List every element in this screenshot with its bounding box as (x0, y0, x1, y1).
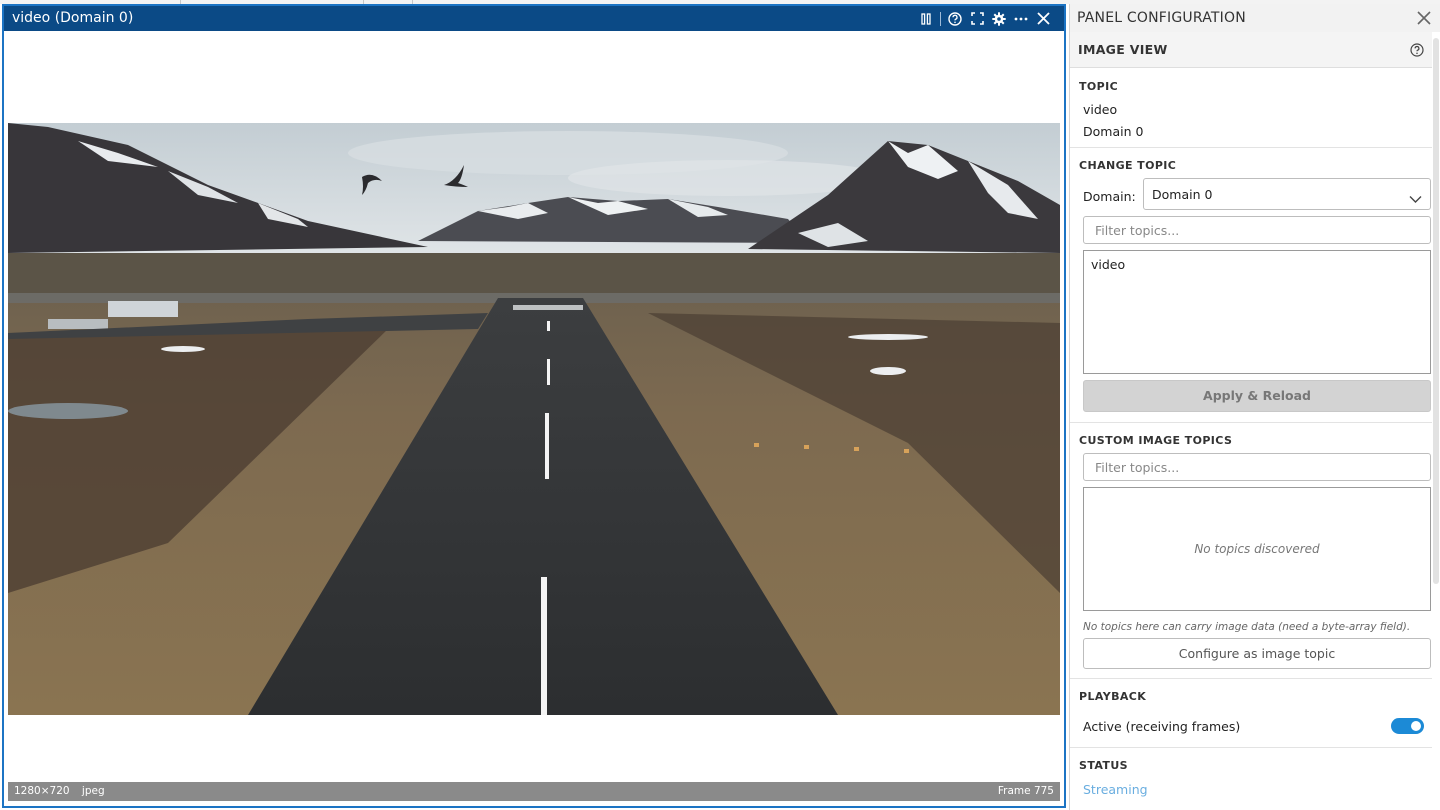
resolution-text: 1280×720 (14, 785, 70, 797)
video-status-bar: 1280×720 jpeg Frame 775 (8, 782, 1060, 801)
domain-label: Domain: (1083, 189, 1136, 204)
apply-reload-button[interactable]: Apply & Reload (1083, 380, 1431, 412)
config-panel-title: PANEL CONFIGURATION (1077, 10, 1246, 26)
change-topic-filter-input[interactable] (1083, 216, 1431, 244)
custom-image-topics-label: CUSTOM IMAGE TOPICS (1079, 434, 1233, 447)
frame-counter: Frame 775 (997, 785, 1054, 797)
status-label: STATUS (1079, 759, 1128, 772)
divider (1070, 422, 1432, 423)
image-view-section-header: IMAGE VIEW (1070, 32, 1432, 68)
section-title: IMAGE VIEW (1078, 42, 1168, 57)
change-topic-label: CHANGE TOPIC (1079, 159, 1177, 172)
video-frame-image (8, 123, 1060, 715)
playback-label: PLAYBACK (1079, 690, 1147, 703)
divider (1070, 678, 1432, 679)
playback-active-label: Active (receiving frames) (1083, 719, 1241, 734)
topic-domain: Domain 0 (1083, 124, 1144, 139)
video-panel-header: video (Domain 0) (4, 6, 1064, 31)
empty-list-message: No topics discovered (1194, 542, 1320, 556)
topic-list[interactable]: video (1083, 250, 1431, 374)
config-panel-header: PANEL CONFIGURATION (1070, 4, 1440, 32)
settings-icon[interactable] (988, 6, 1010, 31)
chevron-down-icon (1409, 189, 1422, 208)
divider (1070, 747, 1432, 748)
topic-list-item[interactable]: video (1091, 257, 1125, 272)
custom-topic-filter-input[interactable] (1083, 453, 1431, 481)
format-text: jpeg (81, 785, 105, 797)
custom-topics-hint: No topics here can carry image data (nee… (1083, 621, 1411, 633)
playback-active-toggle[interactable] (1391, 718, 1424, 734)
toggle-knob (1411, 721, 1421, 731)
panel-configuration: PANEL CONFIGURATION IMAGE VIEW TOPIC vid… (1069, 4, 1440, 810)
topic-name: video (1083, 102, 1118, 117)
custom-topic-list[interactable]: No topics discovered (1083, 487, 1431, 611)
more-icon[interactable] (1010, 6, 1032, 31)
help-icon[interactable] (944, 6, 966, 31)
close-icon[interactable] (1032, 6, 1054, 31)
status-value: Streaming (1083, 782, 1148, 797)
toolbar-separator (940, 11, 941, 26)
close-icon[interactable] (1415, 9, 1433, 27)
configure-image-topic-button[interactable]: Configure as image topic (1083, 638, 1431, 669)
scrollbar[interactable] (1433, 38, 1439, 584)
divider (1070, 147, 1432, 148)
video-panel-title: video (Domain 0) (12, 10, 134, 26)
domain-select[interactable]: Domain 0 (1143, 178, 1431, 210)
config-scroll-area[interactable]: IMAGE VIEW TOPIC video Domain 0 CHANGE T… (1070, 32, 1440, 810)
help-icon[interactable] (1410, 42, 1424, 61)
video-panel-toolbar (915, 6, 1054, 31)
topic-label: TOPIC (1079, 80, 1119, 93)
pause-icon[interactable] (915, 6, 937, 31)
video-panel: video (Domain 0) 1280×720 jpeg Frame 775 (2, 4, 1066, 808)
domain-select-value: Domain 0 (1152, 187, 1213, 202)
fullscreen-icon[interactable] (966, 6, 988, 31)
